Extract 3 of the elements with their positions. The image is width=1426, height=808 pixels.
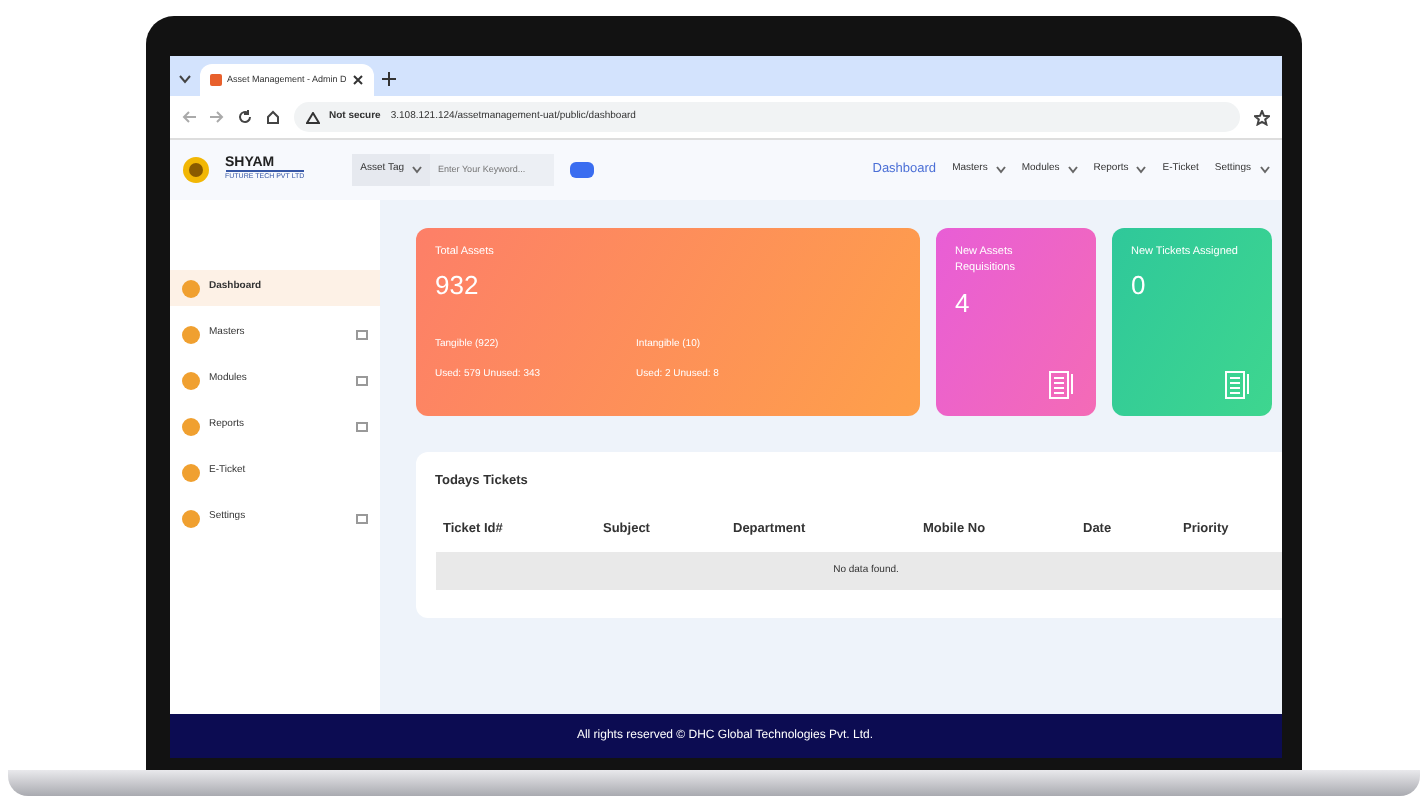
stat-value: 0 (1131, 268, 1148, 305)
stat-value: 932 (435, 268, 481, 305)
stat-value: 4 (955, 285, 972, 321)
